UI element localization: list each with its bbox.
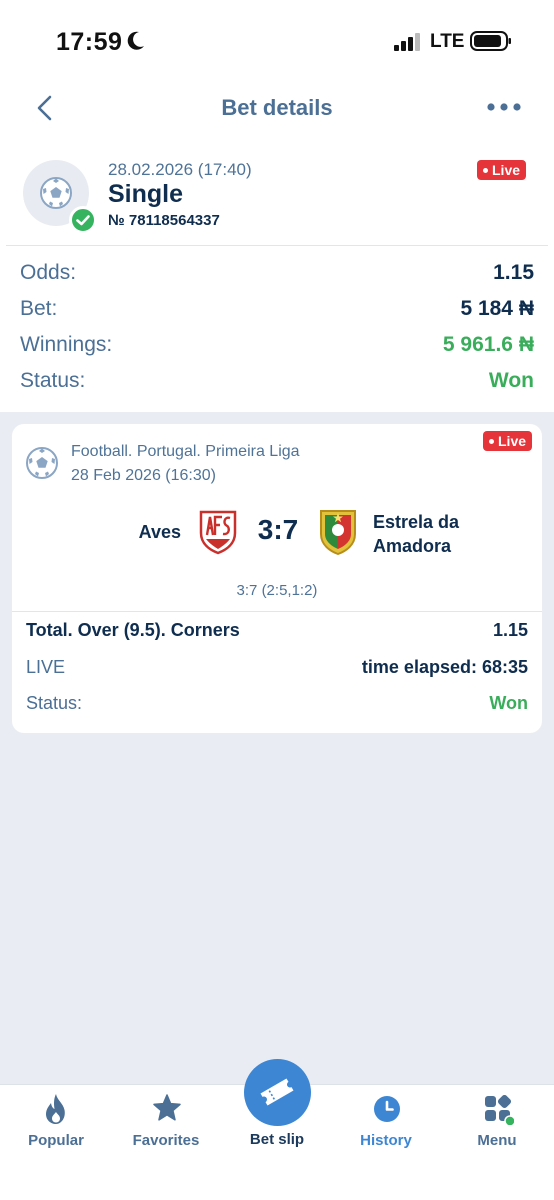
status-time: 17:59 [56, 28, 123, 56]
market-row: Total. Over (9.5). Corners 1.15 [26, 620, 528, 646]
winnings-label: Winnings: [20, 333, 113, 356]
nav-label: Menu [477, 1132, 517, 1149]
home-team-name: Aves [138, 522, 181, 542]
bet-value: 5 184 ₦ [460, 297, 534, 320]
nav-label: Favorites [132, 1132, 200, 1149]
battery-icon [470, 31, 511, 51]
app-header: Bet details [0, 80, 554, 136]
away-team-name: Estrela da Amadora [373, 512, 460, 556]
home-team-crest-icon [199, 510, 237, 555]
live-row: LIVE time elapsed: 68:35 [26, 657, 528, 683]
event-status-row: Status: Won [26, 693, 528, 719]
clock-icon [374, 1096, 400, 1122]
flame-icon [46, 1094, 65, 1124]
odds-value: 1.15 [493, 261, 534, 284]
live-label: LIVE [26, 657, 66, 677]
status-row: Status: Won [20, 369, 534, 399]
event-date: 28 Feb 2026 (16:30) [71, 467, 216, 484]
status-value: Won [488, 369, 534, 392]
live-badge: Live [483, 431, 533, 451]
bet-number: № 78118564337 [108, 212, 220, 229]
odds-row: Odds: 1.15 [20, 261, 534, 291]
bet-type: Single [108, 180, 184, 208]
network-type: LTE [430, 31, 465, 52]
bet-datetime: 28.02.2026 (17:40) [108, 160, 252, 179]
grid-icon [485, 1095, 514, 1125]
football-icon [26, 447, 58, 479]
page-title: Bet details [221, 95, 333, 120]
star-icon [153, 1094, 181, 1121]
event-card[interactable]: Football. Portugal. Primeira Liga 28 Feb… [12, 424, 542, 733]
away-team-crest-icon [320, 510, 356, 556]
bet-amount-row: Bet: 5 184 ₦ [20, 297, 534, 327]
nav-favorites[interactable]: Favorites [116, 1085, 216, 1165]
bet-label: Bet: [20, 297, 58, 320]
market-odds: 1.15 [492, 620, 528, 640]
event-status-value: Won [489, 693, 528, 713]
time-elapsed: time elapsed: 68:35 [361, 657, 528, 677]
nav-label: Popular [28, 1132, 84, 1149]
match-score: 3:7 [257, 514, 299, 545]
divider [12, 611, 542, 612]
winnings-row: Winnings: 5 961.6 ₦ [20, 333, 534, 363]
nav-history[interactable]: History [336, 1085, 436, 1165]
divider [6, 245, 548, 246]
winnings-value: 5 961.6 ₦ [442, 333, 534, 356]
moon-icon [127, 31, 144, 50]
nav-label: History [360, 1132, 412, 1149]
ticket-icon [260, 1078, 294, 1106]
bet-summary-card: 28.02.2026 (17:40) Single № 78118564337 … [0, 136, 554, 412]
football-icon [40, 177, 72, 209]
more-dots-icon[interactable] [486, 100, 522, 114]
won-check-icon [69, 206, 97, 234]
market-name: Total. Over (9.5). Corners [26, 620, 240, 640]
live-badge: Live [477, 160, 527, 180]
nav-popular[interactable]: Popular [6, 1085, 106, 1165]
score-detail: 3:7 (2:5,1:2) [236, 582, 318, 599]
bet-slip-button[interactable] [244, 1059, 311, 1126]
status-bar: 17:59 LTE [0, 0, 554, 80]
status-label: Status: [20, 369, 86, 392]
odds-label: Odds: [20, 261, 77, 284]
event-status-label: Status: [26, 693, 83, 713]
nav-menu[interactable]: Menu [447, 1085, 547, 1165]
league-name: Football. Portugal. Primeira Liga [71, 443, 300, 460]
bet-slip-label: Bet slip [249, 1131, 305, 1148]
signal-icon [394, 33, 420, 51]
